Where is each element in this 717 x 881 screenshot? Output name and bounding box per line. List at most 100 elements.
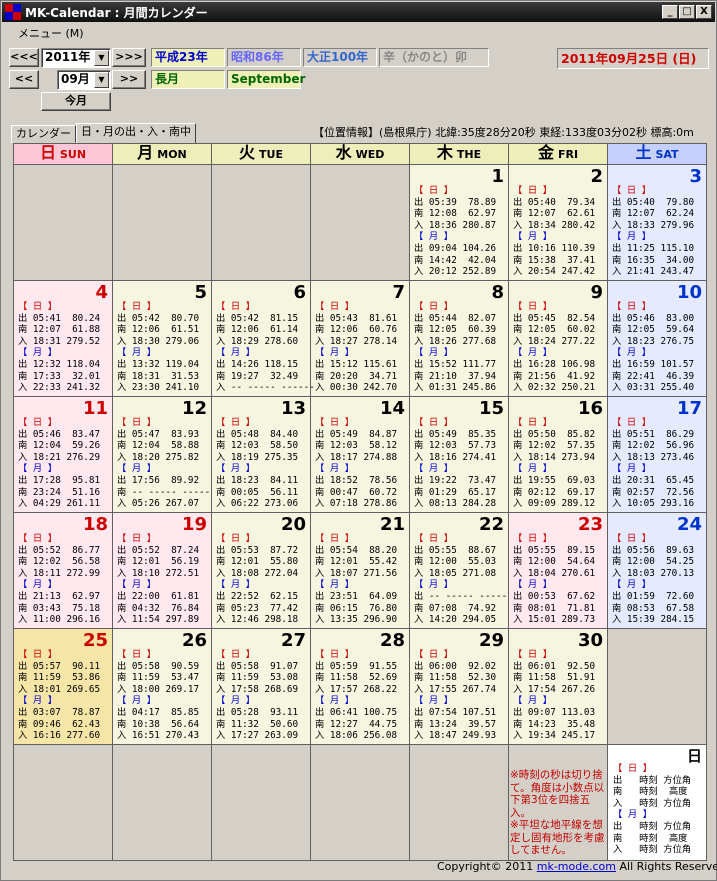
weekday-en: SUN xyxy=(59,148,87,161)
day-cell[interactable]: 5 【 日 】 出 05:42 80.70 南 12:06 61.51 入 18:… xyxy=(112,280,212,397)
month-select[interactable]: 09月 ▼ xyxy=(57,70,111,90)
month-value: 09月 xyxy=(61,72,90,86)
day-cell[interactable]: 11 【 日 】 出 05:46 83.47 南 12:04 59.26 入 18… xyxy=(13,396,113,513)
menu-bar: メニュー (M) xyxy=(2,23,715,43)
taisho-year: 大正100年 xyxy=(303,48,377,67)
chevron-down-icon[interactable]: ▼ xyxy=(94,72,109,88)
calendar-body: 1 【 日 】 出 05:39 78.89 南 12:08 62.97 入 18:… xyxy=(13,164,707,861)
day-cell[interactable]: 26 【 日 】 出 05:58 90.59 南 11:59 53.47 入 18… xyxy=(112,628,212,745)
day-number: 27 xyxy=(280,630,306,651)
menu-item-menu[interactable]: メニュー (M) xyxy=(18,25,84,41)
sun-moon-times: 【 日 】 出 05:52 87.24 南 12:01 56.19 入 18:1… xyxy=(117,533,200,626)
day-cell[interactable]: 8 【 日 】 出 05:44 82.07 南 12:05 60.39 入 18:… xyxy=(409,280,509,397)
tab-sun-moon[interactable]: 日・月の出・入・南中 xyxy=(76,123,196,143)
day-number: 24 xyxy=(676,514,702,535)
sun-moon-times: 【 日 】 出 05:55 88.67 南 12:00 55.03 入 18:0… xyxy=(414,533,508,626)
day-number: 11 xyxy=(82,398,108,419)
day-cell[interactable]: 16 【 日 】 出 05:50 85.82 南 12:02 57.35 入 18… xyxy=(508,396,608,513)
day-number: 7 xyxy=(392,282,405,303)
chevron-down-icon[interactable]: ▼ xyxy=(94,50,109,66)
day-cell[interactable]: 10 【 日 】 出 05:46 83.00 南 12:05 59.64 入 18… xyxy=(607,280,707,397)
day-cell[interactable]: 27 【 日 】 出 05:58 91.07 南 11:59 53.08 入 17… xyxy=(211,628,311,745)
close-button[interactable]: X xyxy=(696,5,712,19)
day-cell[interactable]: 28 【 日 】 出 05:59 91.55 南 11:58 52.69 入 17… xyxy=(310,628,410,745)
day-cell[interactable]: 1 【 日 】 出 05:39 78.89 南 12:08 62.97 入 18:… xyxy=(409,164,509,281)
day-cell[interactable]: 13 【 日 】 出 05:48 84.40 南 12:03 58.50 入 18… xyxy=(211,396,311,513)
sun-moon-times: 【 日 】 出 05:59 91.55 南 11:58 52.69 入 17:5… xyxy=(315,649,398,742)
today-date: 2011年09月25日 (日) xyxy=(557,48,709,69)
sun-moon-times: 【 日 】 出 06:00 92.02 南 11:58 52.30 入 17:5… xyxy=(414,649,497,742)
sun-moon-times: 【 日 】 出 05:46 83.47 南 12:04 59.26 入 18:2… xyxy=(18,417,101,510)
day-cell[interactable]: 18 【 日 】 出 05:52 86.77 南 12:02 56.58 入 18… xyxy=(13,512,113,629)
weekday-en: MON xyxy=(157,148,187,161)
empty-day-cell: ※時刻の秒は切り捨て。角度は小数点以下第3位を四捨五入。 ※平坦な地平線を想定し… xyxy=(508,744,608,861)
day-cell[interactable]: 9 【 日 】 出 05:45 82.54 南 12:05 60.02 入 18:… xyxy=(508,280,608,397)
week-row: 18 【 日 】 出 05:52 86.77 南 12:02 56.58 入 18… xyxy=(13,512,707,629)
day-number: 10 xyxy=(676,282,702,303)
title-bar[interactable]: MK-Calendar : 月間カレンダー _ □ X xyxy=(2,2,715,22)
day-number: 13 xyxy=(280,398,306,419)
year-select[interactable]: 2011年 ▼ xyxy=(41,48,111,68)
day-number: 17 xyxy=(676,398,702,419)
sun-moon-times: 【 日 】 出 05:54 88.20 南 12:01 55.42 入 18:0… xyxy=(315,533,398,626)
weekday-header: 日 SUN 月 MON 火 TUE 水 WED 木 THE 金 FRI 土 SAT xyxy=(13,143,707,165)
minimize-button[interactable]: _ xyxy=(662,5,678,19)
day-number: 14 xyxy=(379,398,405,419)
legend-cell[interactable]: 日【 日 】 出 時刻 方位角 南 時刻 高度 入 時刻 方位角 【 月 】 出… xyxy=(607,744,707,861)
sun-moon-times: 【 日 】 出 05:55 89.15 南 12:00 54.64 入 18:0… xyxy=(513,533,596,626)
sun-moon-times: 【 日 】 出 05:53 87.72 南 12:01 55.80 入 18:0… xyxy=(216,533,299,626)
sun-moon-times: 【 日 】 出 05:58 90.59 南 11:59 53.47 入 18:0… xyxy=(117,649,200,742)
day-number: 20 xyxy=(280,514,306,535)
sun-moon-times: 【 日 】 出 05:50 85.82 南 12:02 57.35 入 18:1… xyxy=(513,417,596,510)
empty-day-cell xyxy=(112,164,212,281)
day-cell[interactable]: 7 【 日 】 出 05:43 81.61 南 12:06 60.76 入 18:… xyxy=(310,280,410,397)
weekday-jp: 木 xyxy=(436,143,453,162)
sun-moon-times: 【 日 】 出 05:42 80.70 南 12:06 61.51 入 18:3… xyxy=(117,301,200,394)
empty-day-cell xyxy=(211,744,311,861)
day-number: 2 xyxy=(590,166,603,187)
day-number: 25 xyxy=(82,630,108,651)
day-cell[interactable]: 3 【 日 】 出 05:40 79.80 南 12:07 62.24 入 18:… xyxy=(607,164,707,281)
website-link[interactable]: mk-mode.com xyxy=(537,860,616,873)
next-month-button[interactable]: >> xyxy=(112,70,146,89)
tab-calendar[interactable]: カレンダー xyxy=(11,125,76,143)
sun-moon-times: 【 日 】 出 05:48 84.40 南 12:03 58.50 入 18:1… xyxy=(216,417,299,510)
prev-year-button[interactable]: <<< xyxy=(9,48,39,67)
day-cell[interactable]: 30 【 日 】 出 06:01 92.50 南 11:58 51.91 入 17… xyxy=(508,628,608,745)
week-row: 4 【 日 】 出 05:41 80.24 南 12:07 61.88 入 18:… xyxy=(13,280,707,397)
day-cell[interactable]: 20 【 日 】 出 05:53 87.72 南 12:01 55.80 入 18… xyxy=(211,512,311,629)
sun-moon-times: 【 日 】 出 05:40 79.80 南 12:07 62.24 入 18:3… xyxy=(612,185,695,278)
day-cell[interactable]: 17 【 日 】 出 05:51 86.29 南 12:02 56.96 入 18… xyxy=(607,396,707,513)
day-number: 8 xyxy=(491,282,504,303)
day-cell[interactable]: 23 【 日 】 出 05:55 89.15 南 12:00 54.64 入 18… xyxy=(508,512,608,629)
day-cell[interactable]: 15 【 日 】 出 05:49 85.35 南 12:03 57.73 入 18… xyxy=(409,396,509,513)
day-cell[interactable]: 19 【 日 】 出 05:52 87.24 南 12:01 56.19 入 18… xyxy=(112,512,212,629)
sun-moon-times: 【 日 】 出 05:49 84.87 南 12:03 58.12 入 18:1… xyxy=(315,417,398,510)
day-number: 12 xyxy=(181,398,207,419)
weekday-jp: 水 xyxy=(335,143,352,162)
empty-day-cell xyxy=(310,744,410,861)
day-cell[interactable]: 21 【 日 】 出 05:54 88.20 南 12:01 55.42 入 18… xyxy=(310,512,410,629)
sun-moon-times: 【 日 】 出 05:52 86.77 南 12:02 56.58 入 18:1… xyxy=(18,533,101,626)
day-cell[interactable]: 4 【 日 】 出 05:41 80.24 南 12:07 61.88 入 18:… xyxy=(13,280,113,397)
sun-moon-times: 【 日 】 出 05:56 89.63 南 12:00 54.25 入 18:0… xyxy=(612,533,695,626)
day-cell[interactable]: 29 【 日 】 出 06:00 92.02 南 11:58 52.30 入 17… xyxy=(409,628,509,745)
day-number: 29 xyxy=(478,630,504,651)
day-cell[interactable]: 22 【 日 】 出 05:55 88.67 南 12:00 55.03 入 18… xyxy=(409,512,509,629)
day-number: 30 xyxy=(577,630,603,651)
day-cell[interactable]: 24 【 日 】 出 05:56 89.63 南 12:00 54.25 入 18… xyxy=(607,512,707,629)
sun-moon-times: 【 日 】 出 05:58 91.07 南 11:59 53.08 入 17:5… xyxy=(216,649,299,742)
day-cell[interactable]: 14 【 日 】 出 05:49 84.87 南 12:03 58.12 入 18… xyxy=(310,396,410,513)
prev-month-button[interactable]: << xyxy=(9,70,39,89)
day-cell[interactable]: 6 【 日 】 出 05:42 81.15 南 12:06 61.14 入 18:… xyxy=(211,280,315,397)
day-number: 4 xyxy=(95,282,108,303)
day-cell[interactable]: 25 【 日 】 出 05:57 90.11 南 11:59 53.86 入 18… xyxy=(13,628,113,745)
weekday-jp: 火 xyxy=(239,143,256,162)
this-month-button[interactable]: 今月 xyxy=(41,92,111,111)
maximize-button[interactable]: □ xyxy=(679,5,695,19)
weekday-jp: 土 xyxy=(635,143,652,162)
day-cell[interactable]: 12 【 日 】 出 05:47 83.93 南 12:04 58.88 入 18… xyxy=(112,396,212,513)
next-year-button[interactable]: >>> xyxy=(112,48,146,67)
day-number: 16 xyxy=(577,398,603,419)
day-cell[interactable]: 2 【 日 】 出 05:40 79.34 南 12:07 62.61 入 18:… xyxy=(508,164,608,281)
